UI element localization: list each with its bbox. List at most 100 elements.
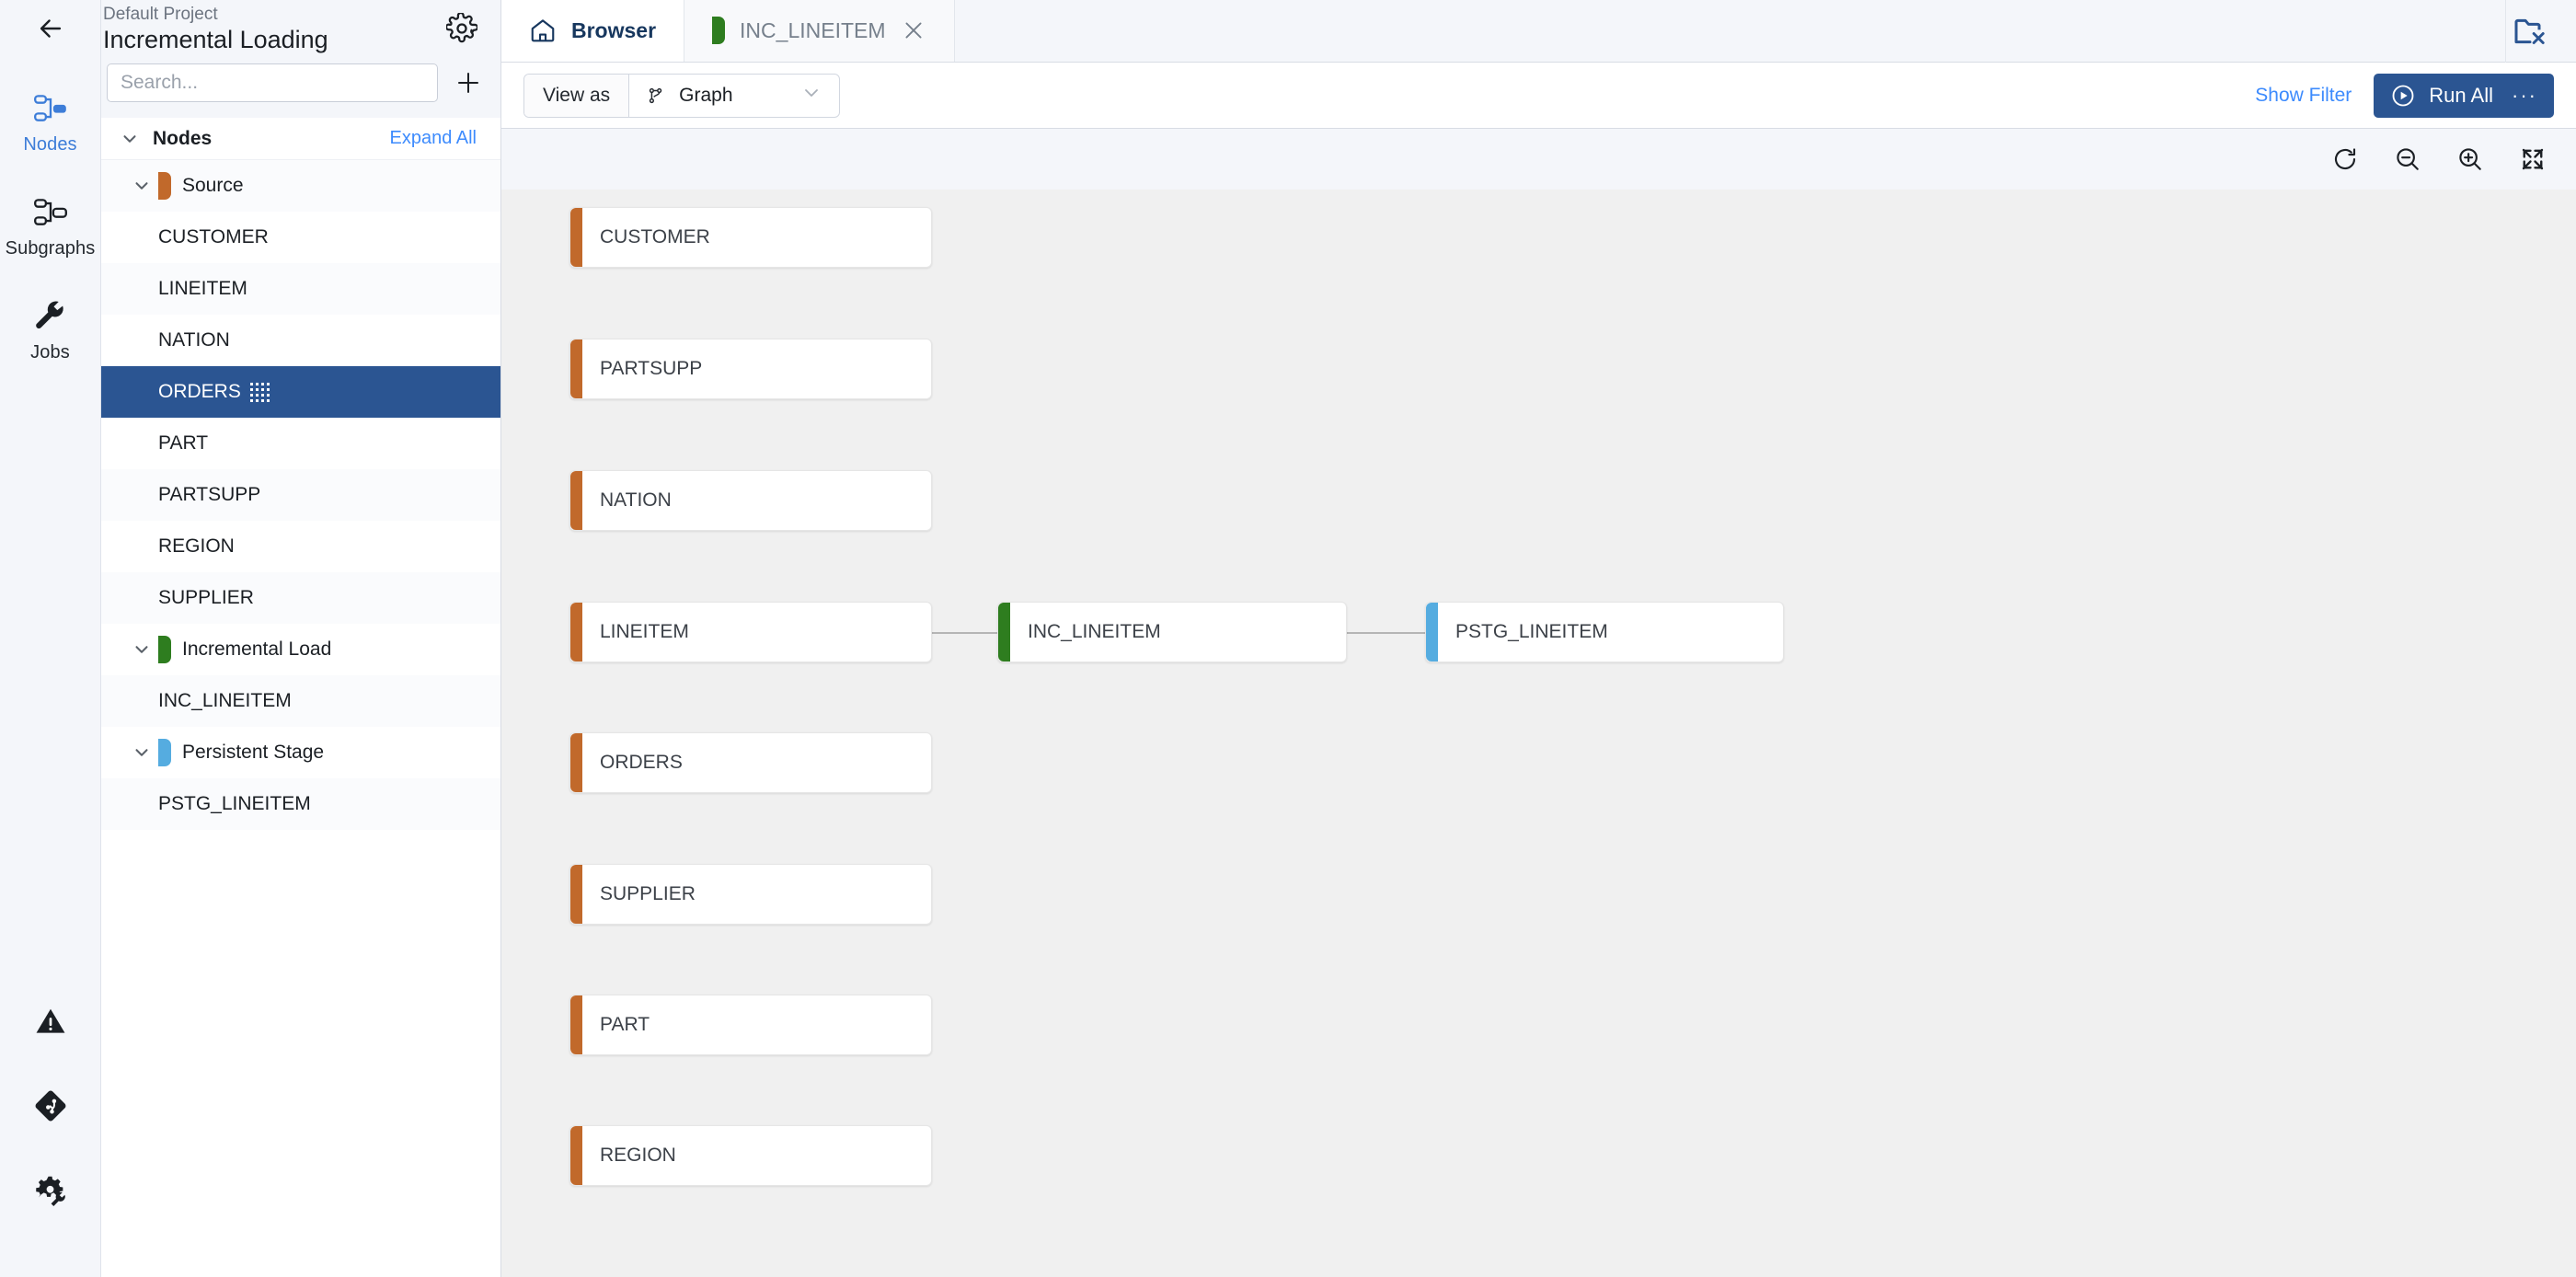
sidebar-item-settings[interactable] [0, 1165, 101, 1213]
plus-icon [458, 73, 478, 93]
tree-row-color-swatch [158, 739, 171, 766]
tree-row[interactable]: CUSTOMER [101, 212, 500, 263]
project-label: Default Project [103, 4, 218, 24]
graph-node-color-bar [1426, 603, 1438, 662]
tab-browser-label: Browser [571, 17, 657, 42]
zoom-out-button[interactable] [2392, 144, 2423, 175]
graph-node[interactable]: INC_LINEITEM [997, 602, 1347, 662]
expand-all-link[interactable]: Expand All [389, 128, 477, 149]
tree-row[interactable]: Source [101, 160, 500, 212]
sidebar-item-warnings[interactable] [0, 995, 101, 1043]
sidebar-item-subgraphs-label: Subgraphs [5, 238, 96, 259]
tab-browser[interactable]: Browser [501, 0, 684, 62]
sidebar-item-nodes[interactable]: Nodes [0, 83, 101, 161]
project-panel: Default Project Incremental Loading Sear… [101, 0, 501, 1277]
drag-handle-icon[interactable] [250, 382, 272, 402]
graph-node-label: PARTSUPP [600, 358, 703, 379]
graph-node[interactable]: NATION [569, 470, 932, 531]
tree-row[interactable]: LINEITEM [101, 263, 500, 315]
tree-root-caret[interactable] [114, 129, 145, 149]
search-row [101, 57, 500, 118]
refresh-button[interactable] [2329, 144, 2361, 175]
arrow-left-icon [40, 19, 61, 38]
warning-triangle-icon [36, 1008, 65, 1033]
graph-node-label: SUPPLIER [600, 883, 696, 904]
graph-node[interactable]: PARTSUPP [569, 339, 932, 399]
fit-to-screen-icon [2522, 148, 2544, 170]
sidebar-item-jobs-label: Jobs [30, 342, 70, 362]
play-circle-icon [2392, 85, 2414, 106]
show-filter-link[interactable]: Show Filter [2255, 85, 2352, 107]
graph-node[interactable]: LINEITEM [569, 602, 932, 662]
tree-header: Nodes Expand All [101, 118, 500, 160]
sidebar-item-subgraphs[interactable]: Subgraphs [0, 187, 101, 265]
add-node-button[interactable] [453, 67, 484, 98]
tab-bar: Browser INC_LINEITEM [501, 0, 2576, 63]
tree-row-caret[interactable] [125, 742, 158, 763]
tree-row[interactable]: SUPPLIER [101, 572, 500, 624]
tree-row-caret[interactable] [125, 639, 158, 660]
tree-row[interactable]: INC_LINEITEM [101, 675, 500, 727]
sidebar-item-jobs[interactable]: Jobs [0, 291, 101, 369]
graph-node-color-bar [570, 208, 582, 267]
tree-row[interactable]: NATION [101, 315, 500, 366]
main-area: Browser INC_LINEITEM View as Graph Show … [501, 0, 2576, 1277]
gear-icon [446, 13, 477, 43]
tree-row-label: Source [182, 175, 244, 196]
node-tree: Nodes Expand All Source CUSTOMER LINEITEM N… [101, 118, 500, 1277]
graph-node[interactable]: PART [569, 995, 932, 1055]
close-folder-button[interactable] [2506, 7, 2554, 55]
sidebar-item-nodes-label: Nodes [23, 134, 77, 155]
close-icon[interactable] [901, 17, 926, 43]
tree-row-label: LINEITEM [158, 278, 247, 299]
back-button[interactable] [0, 0, 101, 57]
tab-inc-lineitem[interactable]: INC_LINEITEM [684, 0, 955, 62]
zoom-in-button[interactable] [2455, 144, 2486, 175]
chevron-down-icon [135, 182, 148, 190]
rail-primary-items: Nodes Subgraphs Jobs [0, 83, 101, 395]
tree-row-label: SUPPLIER [158, 587, 254, 608]
graph-node[interactable]: PSTG_LINEITEM [1425, 602, 1784, 662]
tree-row-label: REGION [158, 535, 235, 557]
run-all-more-button[interactable]: ··· [2512, 84, 2537, 108]
graph-node[interactable]: REGION [569, 1125, 932, 1186]
graph-node-label: LINEITEM [600, 621, 689, 642]
tree-row-caret[interactable] [125, 176, 158, 196]
tree-row[interactable]: ORDERS [101, 366, 500, 418]
rail-bottom-items [0, 995, 101, 1277]
sidebar-item-git[interactable] [0, 1080, 101, 1128]
graph-node[interactable]: SUPPLIER [569, 864, 932, 925]
fit-to-screen-button[interactable] [2517, 144, 2548, 175]
view-as-select[interactable]: Graph [629, 75, 839, 117]
tree-row[interactable]: Incremental Load [101, 624, 500, 675]
view-as-label: View as [524, 74, 630, 117]
tree-row[interactable]: REGION [101, 521, 500, 572]
tree-row[interactable]: PART [101, 418, 500, 469]
graph-node[interactable]: CUSTOMER [569, 207, 932, 268]
tree-row[interactable]: Persistent Stage [101, 727, 500, 778]
git-icon [35, 1090, 66, 1122]
tree-row-label: INC_LINEITEM [158, 690, 292, 711]
project-header: Default Project Incremental Loading [101, 0, 500, 57]
tree-row-list: Source CUSTOMER LINEITEM NATION ORDERS PART PA… [101, 160, 500, 830]
project-titles: Default Project Incremental Loading [101, 5, 443, 53]
project-settings-button[interactable] [443, 10, 480, 47]
search-input[interactable] [107, 63, 438, 102]
graph-node-color-bar [998, 603, 1010, 662]
view-as-value: Graph [679, 84, 733, 106]
chevron-down-icon [135, 749, 148, 756]
tree-row-label: Persistent Stage [182, 742, 325, 763]
tree-row[interactable]: PSTG_LINEITEM [101, 778, 500, 830]
graph-canvas[interactable]: CUSTOMER PARTSUPP NATION LINEITEM INC_LINEIT… [501, 190, 2576, 1277]
graph-node[interactable]: ORDERS [569, 732, 932, 793]
graph-toolbar: View as Graph Show Filter Run All ··· [501, 63, 2576, 129]
tree-row[interactable]: PARTSUPP [101, 469, 500, 521]
refresh-icon [2334, 148, 2356, 170]
view-as-control: View as Graph [523, 73, 841, 118]
run-all-label: Run All [2429, 83, 2494, 107]
graph-node-label: REGION [600, 1145, 676, 1166]
gear-wrench-icon [36, 1176, 65, 1206]
graph-node-color-bar [570, 733, 582, 792]
graph-edge [932, 632, 997, 634]
run-all-button[interactable]: Run All ··· [2374, 73, 2554, 118]
